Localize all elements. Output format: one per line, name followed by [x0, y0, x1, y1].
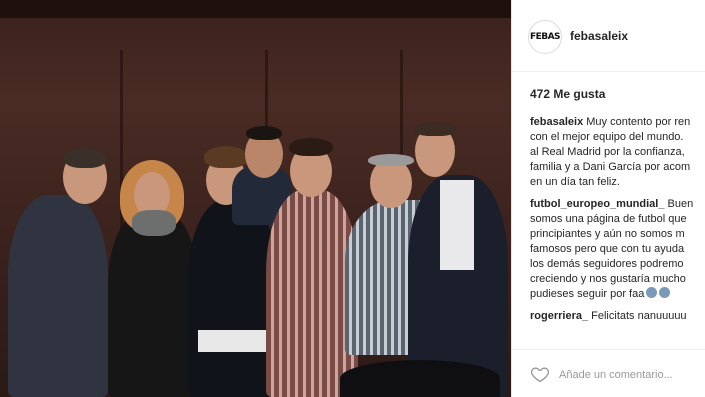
comment-user[interactable]: febasaleix [530, 116, 583, 128]
comment-user[interactable]: rogerriera_ [530, 310, 588, 322]
comment-line: somos una página de futbol que [530, 213, 687, 225]
comment-line: con el mejor equipo del mundo. [530, 131, 684, 143]
person-hair [414, 122, 456, 136]
comment-line: principiantes y aún no somos m [530, 228, 685, 240]
heart-icon[interactable] [530, 364, 550, 384]
person-woman [108, 210, 198, 397]
comment-line: famosos pero que con tu ayuda [530, 243, 685, 255]
likes-count[interactable]: 472 Me gusta [530, 87, 605, 101]
post-photo[interactable] [0, 0, 511, 397]
comment-line: febasaleix Muy contento por ren [530, 116, 691, 128]
comment-line: futbol_europeo_mundial_ Buen [530, 198, 694, 210]
avatar-logo-text: FEBAS [529, 32, 561, 42]
foreground-shadow [340, 360, 500, 397]
shirt-hem [198, 330, 273, 352]
comments-list: febasaleix Muy contento por ren con el m… [530, 115, 705, 331]
person-suit-left [8, 195, 108, 397]
comment-line: en un día tan feliz. [530, 176, 620, 188]
comment-item: futbol_europeo_mundial_ Buen somos una p… [530, 197, 705, 302]
comment-user[interactable]: futbol_europeo_mundial_ [530, 198, 664, 210]
comment-line: creciendo y nos gustaría mucho [530, 273, 686, 285]
emoji-icon [646, 287, 658, 298]
scarf [132, 210, 176, 236]
person-hair [368, 154, 414, 166]
person-hair [289, 138, 333, 156]
comment-line: al Real Madrid por la confianza, [530, 146, 685, 158]
comment-item: rogerriera_ Felicitats nanuuuuu [530, 309, 705, 324]
post-sidebar: FEBAS febasaleix 472 Me gusta febasaleix… [511, 0, 705, 397]
comment-line: rogerriera_ Felicitats nanuuuuu [530, 310, 687, 322]
comment-footer [512, 349, 705, 397]
person-hair [246, 126, 282, 140]
emoji-icon [659, 287, 671, 298]
comment-line: pudieses seguir por faa [530, 287, 705, 302]
post-header: FEBAS febasaleix [512, 0, 705, 72]
username-link[interactable]: febasaleix [570, 29, 628, 43]
comment-line: los demás seguidores podremo [530, 258, 684, 270]
photo-ceiling [0, 0, 511, 18]
person-hair [64, 148, 106, 168]
white-shirt [440, 180, 474, 270]
person-hair [204, 146, 248, 168]
comment-item: febasaleix Muy contento por ren con el m… [530, 115, 705, 190]
add-comment-input[interactable] [559, 366, 699, 384]
comment-line: familia y a Dani García por acom [530, 161, 691, 173]
avatar[interactable]: FEBAS [528, 20, 562, 54]
person-sweater [188, 200, 278, 397]
